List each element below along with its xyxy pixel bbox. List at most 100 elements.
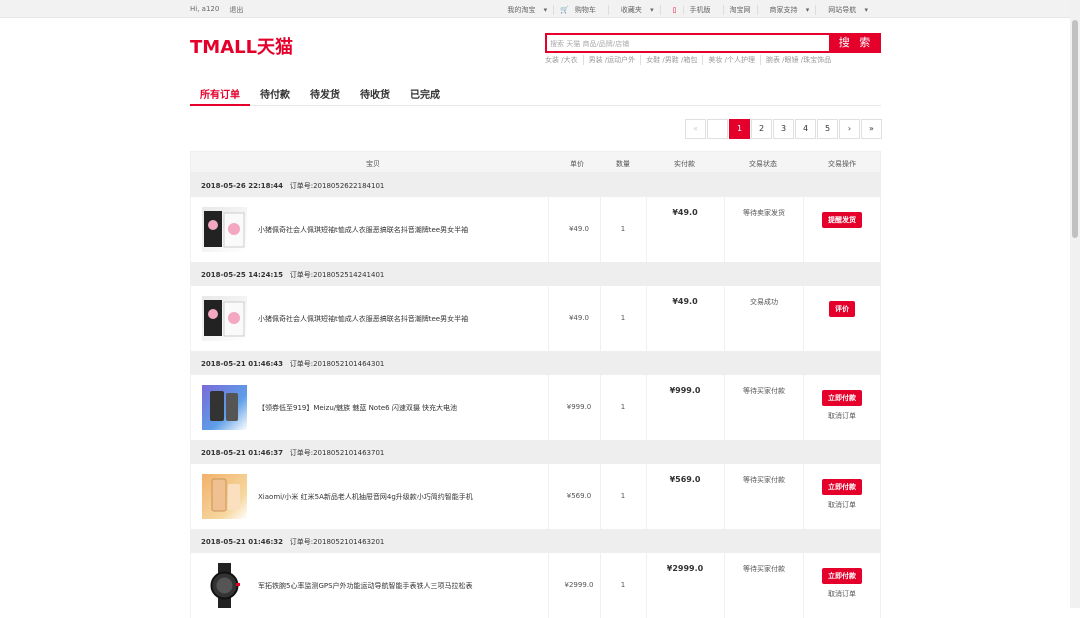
order-status: 等待买家付款	[743, 565, 785, 573]
tab-pending-shipment[interactable]: 待发货	[300, 80, 350, 106]
order-row: Xiaomi/小米 红米5A新品老人机抽屉音网4g升级款小巧简约智能手机 ¥56…	[190, 464, 881, 529]
order-status: 等待买家付款	[743, 387, 785, 395]
pager-page[interactable]: 3	[773, 119, 794, 139]
hot-keyword[interactable]: 美妆 /个人护理	[702, 55, 760, 65]
pager-last[interactable]: »	[861, 119, 882, 139]
order-actions: 立即付款 取消订单	[803, 474, 881, 510]
order-header: 2018-05-21 01:46:32 订单号:2018052101463201	[190, 529, 881, 553]
pager-page[interactable]: 5	[817, 119, 838, 139]
order-number: 订单号:2018052514241401	[289, 271, 385, 279]
hot-keyword[interactable]: 腕表 /眼镜 /珠宝饰品	[759, 55, 836, 65]
review-button[interactable]: 评价	[829, 301, 855, 317]
header-paid: 实付款	[674, 160, 695, 168]
merchant-support-link[interactable]: 商家支持 ▾	[756, 5, 816, 15]
product-image[interactable]	[202, 474, 247, 519]
order-number: 订单号:2018052622184101	[289, 182, 385, 190]
column-divider	[724, 553, 725, 618]
column-divider	[724, 464, 725, 529]
search-bar: 搜索 天猫 商品/品牌/店铺 搜 索	[545, 33, 881, 53]
product-title[interactable]: 军拓铁腕5心率监测GPS户外功能运动导航智能手表铁人三项马拉松表	[258, 581, 558, 591]
pay-now-button[interactable]: 立即付款	[822, 479, 862, 495]
favorites-link[interactable]: 收藏夹 ▾	[607, 5, 660, 15]
pager-prev[interactable]	[707, 119, 728, 139]
hot-keyword[interactable]: 男装 /运动户外	[582, 55, 641, 65]
cancel-order-link[interactable]: 取消订单	[803, 589, 881, 599]
hot-keyword[interactable]: 女鞋 /男鞋 /箱包	[640, 55, 702, 65]
pager-page[interactable]: 4	[795, 119, 816, 139]
header-status: 交易状态	[749, 160, 777, 168]
header-item: 宝贝	[366, 160, 380, 168]
product-image[interactable]	[202, 296, 247, 341]
column-divider	[646, 197, 647, 262]
taobao-link[interactable]: 淘宝网	[722, 5, 757, 15]
pay-now-button[interactable]: 立即付款	[822, 568, 862, 584]
product-image[interactable]	[202, 563, 247, 608]
pay-now-button[interactable]: 立即付款	[822, 390, 862, 406]
tab-pending-receipt[interactable]: 待收货	[350, 80, 400, 106]
quantity: 1	[620, 225, 626, 233]
product-image[interactable]	[202, 385, 247, 430]
search-button[interactable]: 搜 索	[831, 33, 881, 53]
paid-amount: ¥999.0	[669, 386, 701, 395]
page-scrollbar[interactable]	[1070, 0, 1080, 608]
order-row: 军拓铁腕5心率监测GPS户外功能运动导航智能手表铁人三项马拉松表 ¥2999.0…	[190, 553, 881, 618]
quantity: 1	[620, 492, 626, 500]
product-title[interactable]: 小猪佩奇社会人佩琪短袖t恤成人衣服恶搞联名抖音潮牌tee男女半袖	[258, 314, 558, 324]
order-status: 等待卖家发货	[743, 209, 785, 217]
cart-link[interactable]: 🛒 购物车	[553, 5, 608, 15]
order-actions: 评价	[803, 296, 881, 317]
order-row: 【领券低至919】Meizu/魅族 魅蓝 Note6 闪速双摄 快充大电池 ¥9…	[190, 375, 881, 440]
tab-completed[interactable]: 已完成	[400, 80, 450, 106]
column-divider	[724, 375, 725, 440]
product-title[interactable]: 小猪佩奇社会人佩琪短袖t恤成人衣服恶搞联名抖音潮牌tee男女半袖	[258, 225, 558, 235]
order-header: 2018-05-21 01:46:43 订单号:2018052101464301	[190, 351, 881, 375]
hot-keyword[interactable]: 女装 /大衣	[545, 55, 583, 65]
tmall-logo[interactable]: TMALL天猫	[190, 33, 293, 59]
product-image[interactable]	[202, 207, 247, 252]
header-qty: 数量	[616, 160, 630, 168]
site-nav-link[interactable]: 网站导航 ▾	[815, 5, 874, 15]
order-date: 2018-05-21 01:46:43	[201, 360, 284, 368]
order-status: 交易成功	[750, 298, 778, 306]
order-status: 等待买家付款	[743, 476, 785, 484]
greeting: Hi, a120	[190, 5, 220, 13]
pager-page[interactable]: 1	[729, 119, 750, 139]
order-header: 2018-05-26 22:18:44 订单号:2018052622184101	[190, 173, 881, 197]
pager-page[interactable]: 2	[751, 119, 772, 139]
pagination: « 1 2 3 4 5 › »	[684, 119, 882, 139]
column-divider	[646, 375, 647, 440]
my-taobao-link[interactable]: 我的淘宝 ▾	[495, 5, 553, 15]
order-number: 订单号:2018052101464301	[289, 360, 385, 368]
header-price: 单价	[570, 160, 584, 168]
tab-all-orders[interactable]: 所有订单	[190, 80, 250, 106]
order-date: 2018-05-26 22:18:44	[201, 182, 284, 190]
quantity: 1	[620, 314, 626, 322]
order-number: 订单号:2018052101463201	[289, 538, 385, 546]
product-title[interactable]: Xiaomi/小米 红米5A新品老人机抽屉音网4g升级款小巧简约智能手机	[258, 492, 558, 502]
cancel-order-link[interactable]: 取消订单	[803, 500, 881, 510]
order-date: 2018-05-21 01:46:37	[201, 449, 284, 457]
column-divider	[724, 286, 725, 351]
pager-first[interactable]: «	[685, 119, 706, 139]
paid-amount: ¥49.0	[672, 208, 698, 217]
username-link[interactable]: a120	[202, 5, 220, 13]
logout-link[interactable]: 退出	[229, 5, 243, 15]
header-action: 交易操作	[828, 160, 856, 168]
column-divider	[724, 197, 725, 262]
cancel-order-link[interactable]: 取消订单	[803, 411, 881, 421]
order-header: 2018-05-21 01:46:37 订单号:2018052101463701	[190, 440, 881, 464]
remind-ship-button[interactable]: 提醒发货	[822, 212, 862, 228]
tab-pending-payment[interactable]: 待付款	[250, 80, 300, 106]
order-actions: 立即付款 取消订单	[803, 385, 881, 421]
table-header: 宝贝 单价 数量 实付款 交易状态 交易操作	[190, 151, 881, 173]
order-table: 宝贝 单价 数量 实付款 交易状态 交易操作 2018-05-26 22:18:…	[190, 151, 881, 618]
scrollbar-thumb[interactable]	[1072, 20, 1078, 238]
quantity: 1	[620, 581, 626, 589]
mobile-link[interactable]: ▯ 手机版	[659, 5, 723, 15]
paid-amount: ¥49.0	[672, 297, 698, 306]
pager-next[interactable]: ›	[839, 119, 860, 139]
top-bar: Hi, a120 退出 我的淘宝 ▾ 🛒 购物车 收藏夹 ▾ ▯ 手机版 淘宝网 商…	[0, 0, 1070, 18]
quantity: 1	[620, 403, 626, 411]
product-title[interactable]: 【领券低至919】Meizu/魅族 魅蓝 Note6 闪速双摄 快充大电池	[258, 403, 558, 413]
search-input[interactable]: 搜索 天猫 商品/品牌/店铺	[545, 33, 831, 53]
